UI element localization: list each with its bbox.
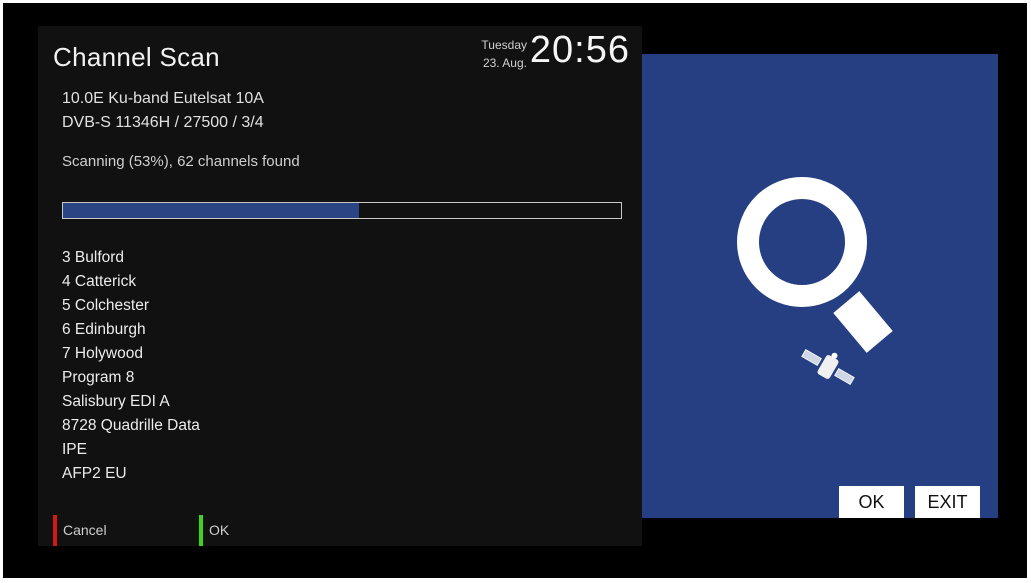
ok-key-label: OK — [209, 522, 230, 538]
cancel-key[interactable]: Cancel — [53, 515, 107, 546]
channel-list-item: 3 Bulford — [62, 249, 125, 266]
scan-progress-fill — [63, 203, 359, 218]
channel-list-item: Program 8 — [62, 369, 135, 386]
channel-list-item: IPE — [62, 441, 87, 458]
channel-list-item: AFP2 EU — [62, 465, 127, 482]
red-key-icon — [53, 515, 57, 546]
magnifier-icon — [737, 177, 893, 353]
satellite-icon — [801, 348, 855, 386]
channel-list-item: 7 Holywood — [62, 345, 143, 362]
illustration — [737, 177, 893, 386]
channel-list-item: 8728 Quadrille Data — [62, 417, 200, 434]
scan-progress-bar — [62, 202, 622, 219]
clock-date: 23. Aug. — [482, 56, 527, 70]
scan-panel: Channel Scan Tuesday 23. Aug. 20:56 10.0… — [38, 26, 642, 546]
ok-button[interactable]: OK — [839, 486, 904, 518]
page-title: Channel Scan — [53, 42, 220, 72]
channel-list-item: 4 Catterick — [62, 273, 137, 290]
tv-screen: Channel Scan Tuesday 23. Aug. 20:56 10.0… — [3, 3, 1027, 578]
clock-time: 20:56 — [529, 29, 630, 71]
channel-list-item: Salisbury EDI A — [62, 393, 170, 410]
scan-status: Scanning (53%), 62 channels found — [62, 153, 300, 170]
channel-list-item: 5 Colchester — [62, 297, 150, 314]
channel-list: 3 Bulford 4 Catterick 5 Colchester 6 Edinbu… — [62, 246, 200, 486]
cancel-key-label: Cancel — [63, 522, 107, 538]
channel-list-item: 6 Edinburgh — [62, 321, 146, 338]
satellite-name: 10.0E Ku-band Eutelsat 10A — [62, 90, 264, 107]
ok-key[interactable]: OK — [199, 515, 230, 546]
green-key-icon — [199, 515, 203, 546]
date-box: Tuesday 23. Aug. — [481, 36, 527, 72]
exit-button[interactable]: EXIT — [915, 486, 980, 518]
transponder-params: DVB-S 11346H / 27500 / 3/4 — [62, 114, 264, 131]
clock-day: Tuesday — [481, 38, 527, 52]
scan-illustration-panel — [642, 54, 998, 518]
